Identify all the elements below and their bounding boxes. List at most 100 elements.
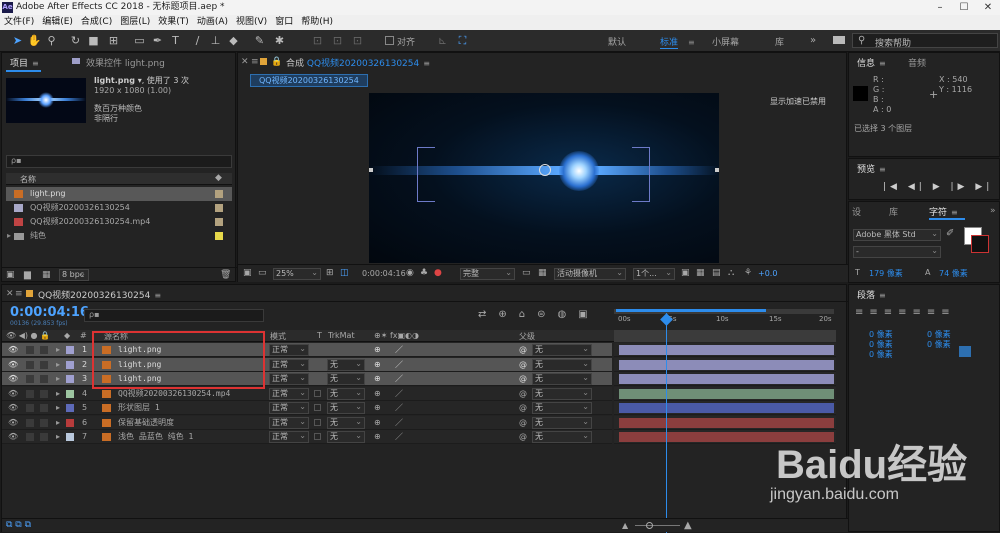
layer-duration-bar[interactable] [619,388,834,399]
delete-icon[interactable]: 🗑 [220,270,231,280]
time-ruler[interactable]: 00s 05s 10s 15s 20s [614,315,836,328]
bounding-handle-right[interactable] [715,168,719,172]
visibility-eye-icon[interactable]: 👁 [8,416,18,430]
layer-row[interactable]: 👁 ▸ 6 保留基础透明度 正常 无 ⊕ ／ @ 无 [2,415,612,430]
menu-animation[interactable]: 动画(A) [193,15,232,30]
parent-dropdown[interactable]: 无 [532,373,592,385]
space-after[interactable]: 0 像素 [927,339,951,350]
zoom-slider-handle[interactable] [646,522,653,529]
workspace-default[interactable]: 默认 [608,35,626,48]
layer-name[interactable]: 浅色 品蓝色 纯色 1 [118,430,193,444]
close-timeline-icon[interactable]: ✕ [6,289,14,299]
indent-first[interactable]: 0 像素 [869,349,893,360]
font-family-dropdown[interactable]: Adobe 黑体 Std [853,229,941,241]
project-search-input[interactable]: ρ▪ [6,155,232,168]
timeline-menu-icon[interactable]: ≡ [15,289,23,299]
leading-value[interactable]: 74 像素 [939,268,968,279]
eyedropper-icon[interactable]: ✐ [946,228,954,239]
timeline-icon[interactable]: ▤ [712,268,721,278]
expand-arrow-icon[interactable]: ▸ [56,358,60,372]
quality-switch-icon[interactable]: ／ [395,401,403,415]
font-style-dropdown[interactable]: - [853,246,941,258]
camera-tool-icon[interactable]: ■ [86,33,101,48]
current-timecode[interactable]: 0:00:04:16 [10,305,89,320]
trkmat-dropdown[interactable]: 无 [327,387,365,400]
project-item-comp[interactable]: QQ视频20200326130254 [6,201,232,215]
play-button[interactable]: ▶ [933,182,944,192]
tab-info[interactable]: 信息 ≡ [857,56,886,69]
zoom-tool-icon[interactable]: ⚲ [44,33,59,48]
layer-label-color[interactable] [66,418,74,427]
snapshot-icon[interactable]: ◉ [406,268,414,278]
roto-brush-tool-icon[interactable]: ✎ [252,33,267,48]
search-help-box[interactable]: ⚲ 搜索帮助 [852,33,998,49]
view-axis-icon[interactable]: ⊡ [350,33,365,48]
tab-character[interactable]: 字符 ≡ [929,205,958,218]
expand-arrow-icon[interactable]: ▸ [56,430,60,444]
region-of-interest-icon[interactable]: ▭ [522,268,531,278]
lock-toggle[interactable] [40,433,48,441]
solo-toggle[interactable] [26,389,34,398]
pickwhip-icon[interactable]: @ [519,430,527,444]
tab-effect-controls[interactable]: 效果控件 light.png [86,56,165,69]
visibility-eye-icon[interactable]: 👁 [8,430,18,444]
blend-mode-dropdown[interactable]: 正常 [269,402,309,414]
visibility-eye-icon[interactable]: 👁 [8,401,18,415]
visibility-eye-icon[interactable]: 👁 [8,387,18,401]
shy-switch-icon[interactable]: ⊕ [374,372,381,386]
resolution-dropdown[interactable]: 完整 [460,268,515,280]
quality-switch-icon[interactable]: ／ [395,372,403,386]
layer-duration-bar[interactable] [619,374,834,384]
tab-align[interactable]: 设 [852,205,861,218]
anchor-point-icon[interactable] [539,164,551,176]
blend-mode-dropdown[interactable]: 正常 [269,344,309,356]
playhead[interactable] [666,313,667,533]
expand-arrow-icon[interactable]: ▸ [7,229,11,243]
menu-layer[interactable]: 图层(L) [116,15,154,30]
exposure-reset-icon[interactable]: ⚘ [744,268,752,278]
bpc-button[interactable]: 8 bpc [59,269,89,281]
local-axis-icon[interactable]: ⊡ [310,33,325,48]
preserve-transparency-checkbox[interactable] [314,404,321,411]
pickwhip-icon[interactable]: @ [519,401,527,415]
solo-toggle[interactable] [26,433,34,441]
pan-behind-tool-icon[interactable]: ⊞ [106,33,121,48]
layer-label-color[interactable] [66,375,74,383]
new-comp-icon[interactable]: ▦ [42,270,51,280]
interpret-footage-icon[interactable]: ▣ [6,270,15,280]
snap-option-icon[interactable]: ⊾ [435,33,450,48]
quality-switch-icon[interactable]: ／ [395,343,403,357]
layer-duration-bar[interactable] [619,359,834,370]
comp-current-time[interactable]: 0:00:04:16 [362,269,406,278]
lock-icon[interactable]: 🔒 [271,57,282,67]
font-size-value[interactable]: 179 像素 [869,268,903,279]
toggle-pixel-icon[interactable]: ▣ [681,268,690,278]
layer-name[interactable]: 保留基础透明度 [118,416,174,430]
panel-overflow-icon[interactable]: » [990,206,996,216]
workspace-library[interactable]: 库 [775,35,784,48]
close-button[interactable]: ✕ [976,0,1000,15]
pickwhip-icon[interactable]: @ [519,416,527,430]
preserve-transparency-checkbox[interactable] [314,418,321,426]
preserve-transparency-checkbox[interactable] [314,375,321,382]
blend-mode-dropdown[interactable]: 正常 [269,431,309,443]
parent-dropdown[interactable]: 无 [532,416,592,429]
solo-toggle[interactable] [26,346,34,354]
preserve-transparency-checkbox[interactable] [314,360,321,368]
lock-toggle[interactable] [40,375,48,383]
layer-label-color[interactable] [66,346,74,354]
layer-row[interactable]: 👁 ▸ 5 形状图层 1 正常 无 ⊕ ／ @ 无 [2,401,612,415]
mask-visibility-icon[interactable]: ◫ [340,268,349,278]
rectangle-tool-icon[interactable]: ▭ [132,33,147,48]
layer-duration-bar[interactable] [619,432,834,442]
menu-help[interactable]: 帮助(H) [297,15,337,30]
lock-toggle[interactable] [40,389,48,398]
first-frame-button[interactable]: |◀ [883,182,901,192]
parent-dropdown[interactable]: 无 [532,358,592,371]
blend-mode-dropdown[interactable]: 正常 [269,373,309,385]
type-tool-icon[interactable]: T [168,33,183,48]
tab-libraries[interactable]: 库 [889,205,898,218]
trkmat-dropdown[interactable]: 无 [327,373,365,385]
lock-toggle[interactable] [40,346,48,354]
trkmat-dropdown[interactable]: 无 [327,358,365,371]
